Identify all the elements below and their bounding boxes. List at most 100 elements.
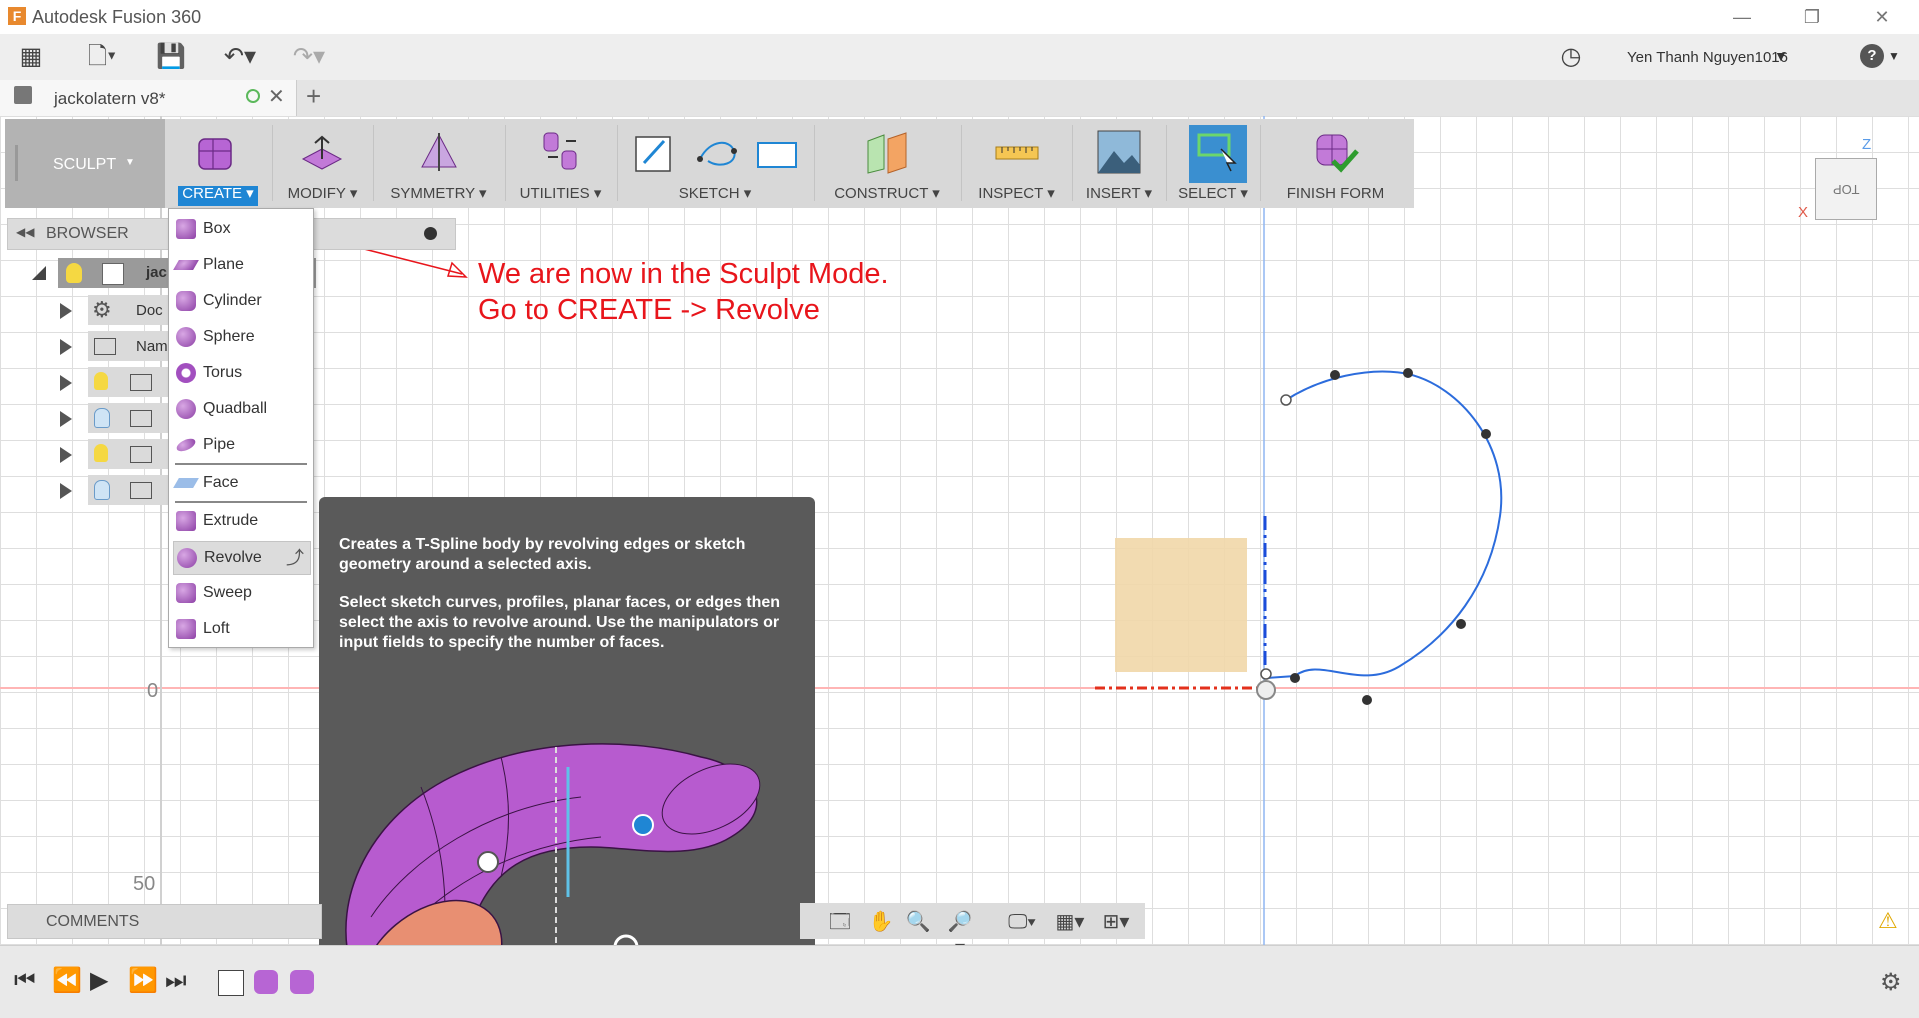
timeline-form-icon[interactable] bbox=[254, 970, 278, 994]
menu-item-label: Face bbox=[203, 474, 239, 491]
construct-icon bbox=[867, 132, 907, 174]
pan-icon[interactable]: ✋ bbox=[866, 909, 896, 935]
zoom-icon[interactable]: 🔍 bbox=[903, 909, 933, 935]
visibility-bulb-off-icon[interactable] bbox=[94, 480, 110, 500]
grid-settings-icon[interactable]: ▦▾ bbox=[1055, 909, 1085, 935]
visibility-bulb-icon[interactable] bbox=[66, 263, 82, 283]
help-icon[interactable]: ? bbox=[1860, 44, 1884, 68]
user-dropdown-icon[interactable]: ▼ bbox=[1774, 48, 1788, 64]
look-at-icon[interactable]: 🗔 bbox=[825, 909, 855, 935]
folder-icon bbox=[130, 446, 152, 463]
pipe-icon bbox=[174, 436, 198, 454]
visibility-bulb-icon[interactable] bbox=[94, 372, 108, 390]
menu-item-label: Box bbox=[203, 220, 231, 237]
viewports-icon[interactable]: ⊞▾ bbox=[1101, 909, 1131, 935]
menu-item-extrude[interactable]: Extrude bbox=[173, 505, 309, 537]
expand-icon[interactable] bbox=[60, 303, 72, 319]
inspect-group[interactable]: INSPECT ▾ bbox=[964, 119, 1069, 208]
apps-grid-icon[interactable]: ▦ bbox=[16, 43, 46, 71]
menu-item-cylinder[interactable]: Cylinder bbox=[173, 285, 309, 317]
select-icon bbox=[1197, 133, 1237, 172]
warning-icon[interactable]: ⚠ bbox=[1878, 908, 1898, 934]
browser-row-folder[interactable] bbox=[88, 367, 168, 397]
user-name[interactable]: Yen Thanh Nguyen1016 bbox=[1627, 49, 1788, 66]
quadball-icon bbox=[176, 399, 196, 419]
menu-item-torus[interactable]: Torus bbox=[173, 357, 309, 389]
help-dropdown-icon[interactable]: ▼ bbox=[1888, 49, 1900, 63]
utilities-group[interactable]: UTILITIES ▾ bbox=[508, 119, 613, 208]
previous-step-icon[interactable]: ⏪ bbox=[52, 966, 82, 996]
annotation-line2: Go to CREATE -> Revolve bbox=[478, 294, 820, 326]
browser-row-folder[interactable] bbox=[88, 439, 168, 469]
comments-panel[interactable]: COMMENTS bbox=[7, 904, 322, 939]
browser-pin-icon[interactable] bbox=[424, 227, 437, 240]
save-icon[interactable]: 💾 bbox=[156, 43, 186, 71]
utilities-icon bbox=[543, 132, 577, 170]
face-icon bbox=[173, 478, 199, 488]
browser-row-document-settings[interactable]: ⚙ Doc bbox=[88, 295, 168, 325]
expand-icon[interactable] bbox=[60, 339, 72, 355]
menu-item-face[interactable]: Face bbox=[173, 467, 309, 499]
modify-group[interactable]: MODIFY ▾ bbox=[275, 119, 370, 208]
window-title: Autodesk Fusion 360 bbox=[32, 7, 202, 27]
ribbon-grip bbox=[15, 145, 18, 181]
first-step-icon[interactable]: ⏮ bbox=[14, 966, 36, 996]
expand-icon[interactable] bbox=[60, 411, 72, 427]
symmetry-group[interactable]: SYMMETRY ▾ bbox=[376, 119, 501, 208]
workspace-switcher[interactable]: SCULPT ▼ bbox=[5, 119, 165, 208]
spline-point bbox=[1403, 368, 1413, 378]
menu-item-sweep[interactable]: Sweep bbox=[173, 577, 309, 609]
menu-item-box[interactable]: Box bbox=[173, 213, 309, 245]
last-step-icon[interactable]: ⏭ bbox=[165, 966, 187, 996]
menu-item-sphere[interactable]: Sphere bbox=[173, 321, 309, 353]
visibility-bulb-off-icon[interactable] bbox=[94, 408, 110, 428]
collapse-browser-icon[interactable]: ◀◀ bbox=[16, 225, 34, 239]
root-expand-icon[interactable] bbox=[32, 266, 46, 280]
zoom-window-icon[interactable]: 🔎▾ bbox=[945, 909, 975, 959]
tooltip-description: Creates a T-Spline body by revolving edg… bbox=[339, 536, 746, 573]
viewcube[interactable]: TOP bbox=[1815, 158, 1877, 220]
play-icon[interactable]: ▶ bbox=[90, 966, 108, 996]
title-bar: F Autodesk Fusion 360 — ❐ ✕ bbox=[0, 0, 1919, 34]
menu-item-loft[interactable]: Loft bbox=[173, 613, 309, 645]
document-tab[interactable]: jackolatern v8* ✕ bbox=[0, 80, 297, 116]
finish-form-group[interactable]: FINISH FORM bbox=[1263, 119, 1408, 208]
job-status-icon[interactable]: ◷ bbox=[1556, 43, 1586, 71]
restore-button[interactable]: ❐ bbox=[1792, 4, 1832, 30]
spline-startpoint bbox=[1260, 668, 1272, 680]
menu-item-quadball[interactable]: Quadball bbox=[173, 393, 309, 425]
sketch-group[interactable]: SKETCH ▾ bbox=[620, 119, 810, 208]
expand-icon[interactable] bbox=[60, 375, 72, 391]
folder-icon bbox=[130, 410, 152, 427]
file-menu-icon[interactable]: 🗋▾ bbox=[80, 43, 124, 71]
browser-row-folder[interactable] bbox=[88, 475, 168, 505]
timeline-form-icon[interactable] bbox=[290, 970, 314, 994]
timeline-settings-icon[interactable]: ⚙ bbox=[1880, 968, 1902, 997]
menu-item-label: Cylinder bbox=[203, 292, 262, 309]
menu-item-revolve[interactable]: Revolve ⤴ bbox=[173, 541, 311, 575]
sketch-plane-highlight bbox=[1115, 538, 1247, 672]
menu-item-pipe[interactable]: Pipe bbox=[173, 429, 309, 461]
close-window-button[interactable]: ✕ bbox=[1862, 4, 1902, 30]
menu-separator bbox=[175, 463, 307, 465]
close-tab-icon[interactable]: ✕ bbox=[268, 84, 285, 109]
tooltip-instructions: Select sketch curves, profiles, planar f… bbox=[339, 594, 781, 651]
display-settings-icon[interactable]: 🖵▾ bbox=[1007, 909, 1037, 935]
redo-icon[interactable]: ↷▾ bbox=[284, 43, 334, 71]
undo-icon[interactable]: ↶▾ bbox=[215, 43, 265, 71]
insert-group[interactable]: INSERT ▾ bbox=[1075, 119, 1163, 208]
construct-group[interactable]: CONSTRUCT ▾ bbox=[817, 119, 957, 208]
browser-row-named-views[interactable]: Nam bbox=[88, 331, 168, 361]
create-group[interactable]: CREATE ▾ bbox=[168, 119, 268, 208]
timeline-sketch-icon[interactable] bbox=[218, 970, 244, 996]
minimize-button[interactable]: — bbox=[1722, 4, 1762, 30]
select-group[interactable]: SELECT ▾ bbox=[1169, 119, 1257, 208]
visibility-bulb-icon[interactable] bbox=[94, 444, 108, 462]
menu-item-plane[interactable]: Plane bbox=[173, 249, 309, 281]
next-step-icon[interactable]: ⏩ bbox=[128, 966, 158, 996]
expand-icon[interactable] bbox=[60, 483, 72, 499]
expand-icon[interactable] bbox=[60, 447, 72, 463]
new-tab-icon[interactable]: + bbox=[306, 81, 321, 112]
symmetry-label: SYMMETRY ▾ bbox=[390, 185, 487, 202]
browser-row-folder[interactable] bbox=[88, 403, 168, 433]
